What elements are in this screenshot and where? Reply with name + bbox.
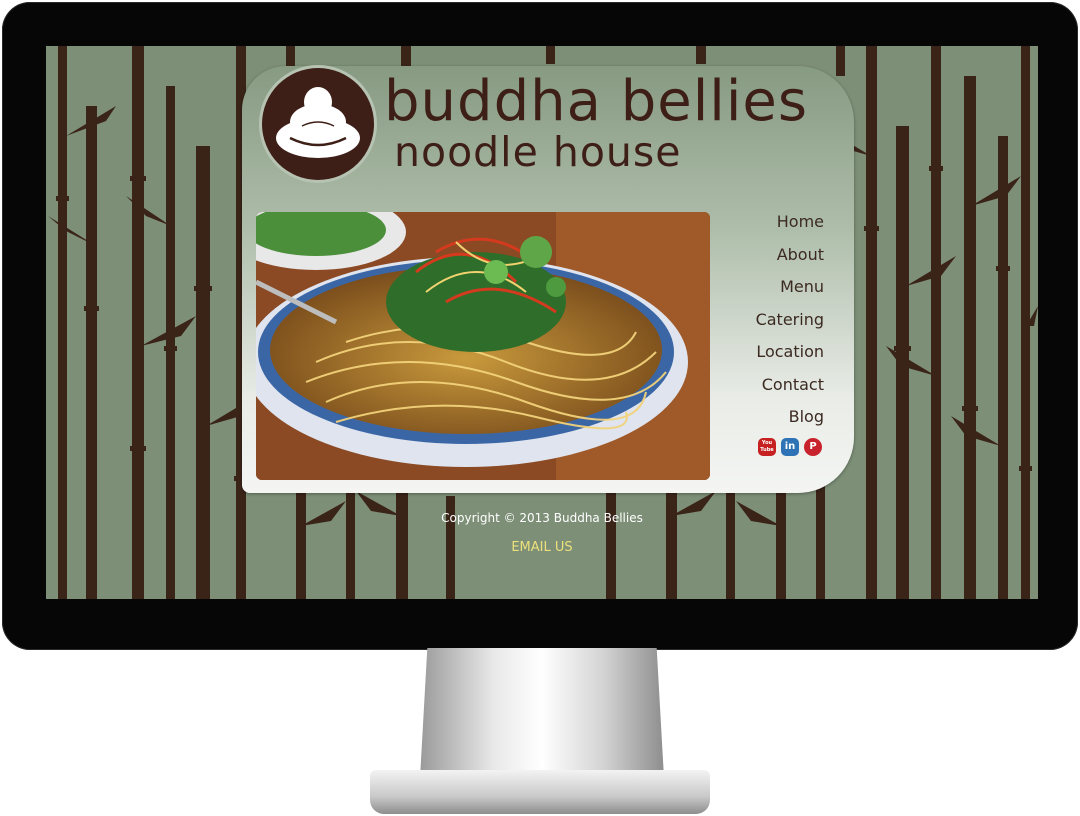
pinterest-icon[interactable]: P [804,438,822,456]
email-us-link[interactable]: EMAIL US [46,540,1038,555]
nav-contact[interactable]: Contact [704,375,824,408]
nav-about[interactable]: About [704,245,824,278]
website-screen: buddha bellies noodle house Home About M… [46,46,1038,599]
logo-subtitle[interactable]: noodle house [394,130,681,174]
buddha-logo-icon[interactable] [262,68,374,180]
main-panel: buddha bellies noodle house Home About M… [242,66,854,493]
logo-title[interactable]: buddha bellies [384,74,808,130]
social-links: You Tube in P [758,438,822,456]
nav-home[interactable]: Home [704,212,824,245]
youtube-icon[interactable]: You Tube [758,438,776,456]
main-nav: Home About Menu Catering Location Contac… [704,212,824,440]
copyright-text: Copyright © 2013 Buddha Bellies [441,511,643,525]
nav-blog[interactable]: Blog [704,407,824,440]
noodle-bowl-photo [256,212,710,480]
monitor-frame: buddha bellies noodle house Home About M… [2,2,1078,650]
monitor-stand-base [370,770,710,814]
nav-location[interactable]: Location [704,342,824,375]
monitor-stand-neck [420,648,664,778]
nav-menu[interactable]: Menu [704,277,824,310]
linkedin-icon[interactable]: in [781,438,799,456]
nav-catering[interactable]: Catering [704,310,824,343]
